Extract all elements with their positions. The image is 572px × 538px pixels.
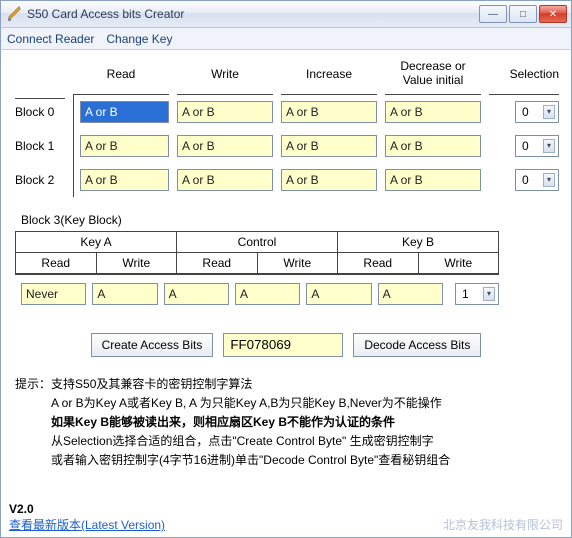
block0-increase[interactable]	[281, 101, 377, 123]
control-read-header: Read	[177, 253, 258, 273]
hint-line4: 从Selection选择合适的组合，点击"Create Control Byte…	[15, 432, 557, 451]
hint-line1: 支持S50及其兼容卡的密钥控制字算法	[51, 377, 252, 391]
hint-line5: 或者输入密钥控制字(4字节16进制)单击"Decode Control Byte…	[15, 451, 557, 470]
block3-selection[interactable]: 1▾	[455, 283, 499, 305]
block3-label: Block 3(Key Block)	[21, 213, 557, 227]
control-write[interactable]	[235, 283, 300, 305]
company-label: 北京友我科技有限公司	[443, 516, 563, 533]
block0-label: Block 0	[15, 98, 65, 125]
keya-read[interactable]	[21, 283, 86, 305]
footer: V2.0 查看最新版本(Latest Version) 北京友我科技有限公司	[9, 502, 563, 533]
hint-label: 提示：	[15, 377, 51, 391]
block0-write[interactable]	[177, 101, 273, 123]
keya-read-header: Read	[16, 253, 97, 273]
version-label: V2.0	[9, 502, 165, 516]
window-title: S50 Card Access bits Creator	[27, 7, 184, 21]
chevron-down-icon: ▾	[483, 287, 495, 301]
header-keyb: Key B	[338, 232, 499, 252]
control-write-header: Write	[258, 253, 339, 273]
blocks-grid: Read Write Increase Decrease or Value in…	[15, 60, 557, 197]
hints: 提示：支持S50及其兼容卡的密钥控制字算法 A or B为Key A或者Key …	[15, 375, 557, 471]
keyb-read[interactable]	[306, 283, 371, 305]
header-control: Control	[177, 232, 338, 252]
block1-write[interactable]	[177, 135, 273, 157]
header-read: Read	[73, 67, 169, 87]
action-row: Create Access Bits Decode Access Bits	[15, 333, 557, 357]
block1-read[interactable]	[80, 135, 169, 157]
hint-line2: A or B为Key A或者Key B, A 为只能Key A,B为只能Key …	[15, 394, 557, 413]
menu-change-key[interactable]: Change Key	[106, 32, 172, 46]
header-keya: Key A	[16, 232, 177, 252]
block0-selection[interactable]: 0▾	[515, 101, 559, 123]
header-selection: Selection	[489, 67, 559, 87]
block2-write[interactable]	[177, 169, 273, 191]
block0-decrease[interactable]	[385, 101, 481, 123]
chevron-down-icon: ▾	[543, 139, 555, 153]
menu-connect-reader[interactable]: Connect Reader	[7, 32, 94, 46]
titlebar: S50 Card Access bits Creator — □ ✕	[0, 0, 572, 28]
decode-access-bits-button[interactable]: Decode Access Bits	[353, 333, 481, 357]
window-buttons: — □ ✕	[479, 5, 567, 23]
header-decrease: Decrease or Value initial	[385, 60, 481, 94]
block1-increase[interactable]	[281, 135, 377, 157]
maximize-button[interactable]: □	[509, 5, 537, 23]
minimize-button[interactable]: —	[479, 5, 507, 23]
header-write: Write	[177, 67, 273, 87]
keyb-write-header: Write	[419, 253, 500, 273]
close-button[interactable]: ✕	[539, 5, 567, 23]
create-access-bits-button[interactable]: Create Access Bits	[91, 333, 214, 357]
chevron-down-icon: ▾	[543, 105, 555, 119]
header-increase: Increase	[281, 67, 377, 87]
block1-decrease[interactable]	[385, 135, 481, 157]
block1-label: Block 1	[15, 133, 65, 159]
block0-read[interactable]	[80, 101, 169, 123]
app-icon	[7, 6, 23, 22]
control-read[interactable]	[164, 283, 229, 305]
menubar: Connect Reader Change Key	[0, 28, 572, 50]
keya-write-header: Write	[97, 253, 178, 273]
block1-selection[interactable]: 0▾	[515, 135, 559, 157]
block2-read[interactable]	[80, 169, 169, 191]
block2-decrease[interactable]	[385, 169, 481, 191]
hint-line3: 如果Key B能够被读出来，则相应扇区Key B不能作为认证的条件	[15, 413, 557, 432]
block2-label: Block 2	[15, 167, 65, 193]
keyb-write[interactable]	[378, 283, 443, 305]
block2-increase[interactable]	[281, 169, 377, 191]
block3-section: Block 3(Key Block) Key A Control Key B R…	[15, 213, 557, 311]
keya-write[interactable]	[92, 283, 157, 305]
latest-version-link[interactable]: 查看最新版本(Latest Version)	[9, 518, 165, 532]
access-bits-result[interactable]	[223, 333, 343, 357]
block2-selection[interactable]: 0▾	[515, 169, 559, 191]
content-area: Read Write Increase Decrease or Value in…	[0, 50, 572, 538]
keyb-read-header: Read	[338, 253, 419, 273]
chevron-down-icon: ▾	[543, 173, 555, 187]
